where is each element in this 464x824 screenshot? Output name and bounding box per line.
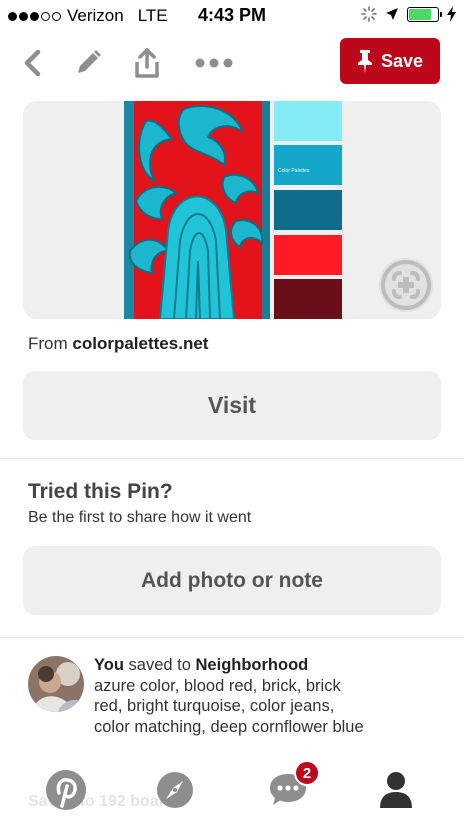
charging-bolt-icon bbox=[447, 6, 456, 22]
avatar[interactable] bbox=[28, 656, 84, 712]
tried-pin-title: Tried this Pin? bbox=[28, 480, 173, 503]
status-bar: Verizon LTE 4:43 PM bbox=[0, 0, 464, 32]
palette-swatch bbox=[274, 235, 342, 275]
bottom-tab-bar: 2 bbox=[0, 758, 464, 824]
pin-toolbar: Save bbox=[0, 36, 464, 88]
pin-icon bbox=[357, 50, 372, 73]
notification-badge: 2 bbox=[294, 760, 320, 786]
palette-swatch bbox=[274, 279, 342, 319]
location-arrow-icon bbox=[386, 8, 398, 20]
activity-user[interactable]: You bbox=[94, 656, 124, 674]
status-right bbox=[361, 6, 456, 22]
explore-compass-icon bbox=[157, 772, 193, 808]
share-icon[interactable] bbox=[130, 46, 164, 80]
pinterest-logo-icon bbox=[46, 770, 86, 810]
activity-text: You saved to Neighborhood azure color, b… bbox=[94, 655, 364, 737]
save-button[interactable]: Save bbox=[340, 38, 440, 84]
tab-explore[interactable] bbox=[153, 768, 197, 812]
loading-spinner-icon bbox=[361, 6, 377, 22]
source-prefix: From bbox=[28, 334, 68, 353]
activity-description: azure color, blood red, brick, brick red… bbox=[94, 676, 364, 736]
activity-action: saved to bbox=[128, 656, 191, 674]
tab-notifications[interactable]: 2 bbox=[266, 760, 320, 812]
pin-image-card[interactable]: Color Palettes bbox=[23, 101, 441, 319]
visual-search-button[interactable] bbox=[379, 258, 433, 312]
palette-swatches bbox=[274, 101, 342, 319]
tried-pin-subtitle: Be the first to share how it went bbox=[28, 509, 252, 526]
visit-button[interactable]: Visit bbox=[23, 371, 441, 440]
activity-board[interactable]: Neighborhood bbox=[196, 656, 309, 674]
palette-swatch bbox=[274, 190, 342, 230]
section-divider bbox=[0, 637, 464, 638]
tab-home[interactable] bbox=[44, 768, 88, 812]
source-domain[interactable]: colorpalettes.net bbox=[72, 334, 208, 353]
visual-search-icon bbox=[381, 260, 431, 310]
save-label: Save bbox=[380, 50, 424, 71]
battery-icon bbox=[407, 6, 442, 22]
tab-profile[interactable] bbox=[374, 768, 418, 812]
palette-caption: Color Palettes bbox=[278, 168, 310, 174]
back-icon[interactable] bbox=[16, 46, 50, 80]
palette-swatch bbox=[274, 145, 342, 185]
profile-icon bbox=[380, 772, 412, 808]
palette-swatch bbox=[274, 101, 342, 141]
battery-fill bbox=[409, 8, 432, 20]
edit-icon[interactable] bbox=[71, 46, 105, 80]
more-icon[interactable] bbox=[194, 46, 234, 80]
section-divider bbox=[0, 458, 464, 459]
pin-source[interactable]: From colorpalettes.net bbox=[28, 334, 208, 354]
add-photo-note-button[interactable]: Add photo or note bbox=[23, 546, 441, 615]
pin-image[interactable]: Color Palettes bbox=[124, 101, 342, 319]
